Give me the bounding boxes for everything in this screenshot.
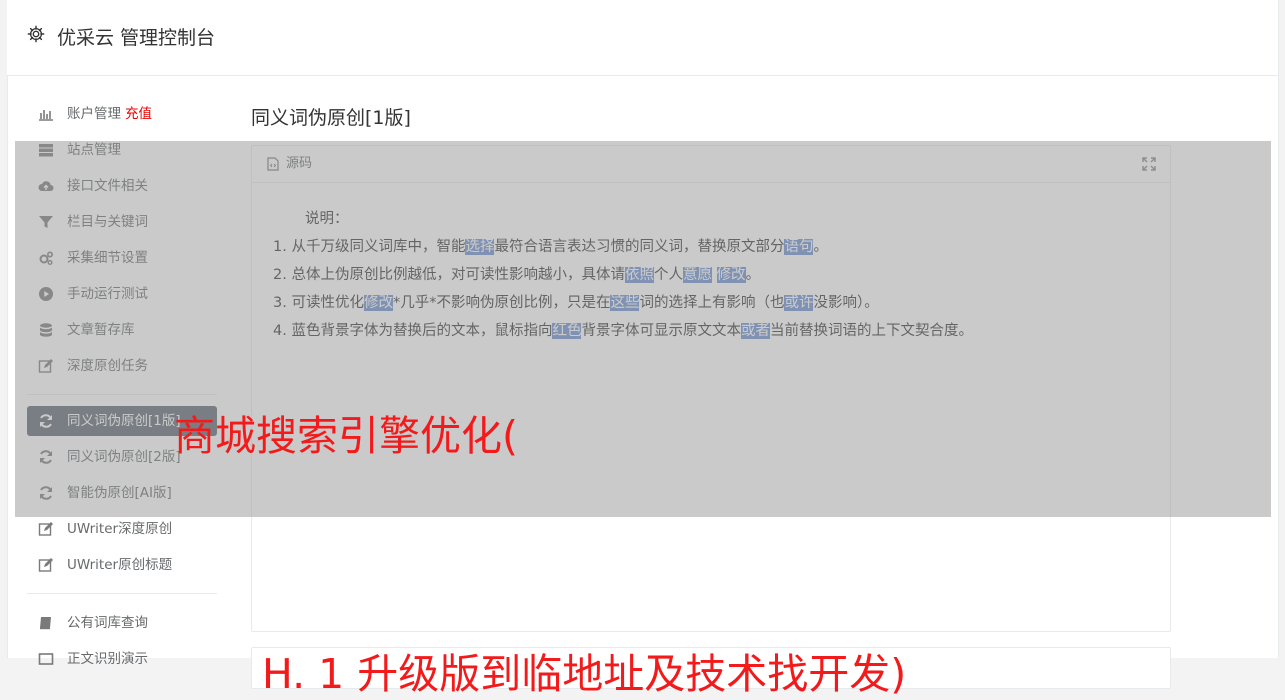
refresh-icon [40,414,52,428]
replaced-word[interactable]: 选择 [465,239,495,255]
nav-collect-settings[interactable]: 采集细节设置 [27,240,217,276]
nav-label: 账户管理 [67,106,121,122]
top-header: 优采云 管理控制台 [7,0,1277,76]
edit-icon [38,558,53,572]
gear-icon[interactable] [27,25,45,43]
edit-icon [38,359,53,373]
nav-deep-original-task[interactable]: 深度原创任务 [27,348,217,384]
nav-label: 公有词库查询 [67,615,148,631]
bar-chart-icon [39,110,53,121]
book-icon [40,617,51,630]
nav-label: 采集细节设置 [67,250,148,266]
panel-body[interactable]: 说明： 1. 从千万级同义词库中，智能选择最符合语言表达习惯的同义词，替换原文部… [252,183,1170,345]
nav-label: 同义词伪原创[2版] [67,449,181,465]
page-title: 同义词伪原创[1版] [251,107,411,129]
nav-ai-original[interactable]: 智能伪原创[AI版] [27,475,217,511]
main-content: 同义词伪原创[1版] 源码 说明： 1. 从千万级同义词库中，智能选择最符合语言… [251,98,1171,632]
nav-label: 正文识别演示 [67,651,148,667]
nav-label: 栏目与关键词 [67,214,148,230]
window-icon [38,653,54,665]
instruction-line: 4. 蓝色背景字体为替换后的文本，鼠标指向红色背景字体可显示原文文本或者当前替换… [273,323,973,339]
nav-label: UWriter深度原创 [67,521,173,537]
nav-interface-files[interactable]: 接口文件相关 [27,168,217,204]
nav-article-storage[interactable]: 文章暂存库 [27,312,217,348]
replaced-word[interactable]: 修改 [716,267,746,283]
caption: 说明： [305,211,349,227]
panel-header: 源码 [252,146,1170,183]
nav-label: 深度原创任务 [67,358,148,374]
recharge-link[interactable]: 充值 [125,106,152,122]
server-icon [39,144,53,157]
nav-label: 文章暂存库 [67,322,135,338]
nav-label: 接口文件相关 [67,178,148,194]
fullscreen-icon[interactable] [1142,157,1156,171]
database-icon [40,323,52,337]
nav-body-recognition[interactable]: 正文识别演示 [27,641,217,677]
cogs-icon [39,251,54,265]
nav-uwriter-deep[interactable]: UWriter深度原创 [27,511,217,547]
nav-label: UWriter原创标题 [67,557,173,573]
sidebar: 账户管理 充值 站点管理 接口文件相关 栏目与关键词 采集细节设置 手动运行测试 … [27,96,217,677]
nav-sites[interactable]: 站点管理 [27,132,217,168]
sidebar-divider [27,394,217,395]
source-panel: 源码 说明： 1. 从千万级同义词库中，智能选择最符合语言表达习惯的同义词，替换… [251,145,1171,632]
nav-account[interactable]: 账户管理 充值 [27,96,217,132]
nav-label: 同义词伪原创[1版] [67,413,181,429]
nav-label: 手动运行测试 [67,286,148,302]
nav-public-lexicon[interactable]: 公有词库查询 [27,605,217,641]
filter-icon [39,216,53,228]
nav-label: 站点管理 [67,142,121,158]
replaced-word[interactable]: 依照 [624,267,654,283]
replaced-word[interactable]: 意愿 [682,267,712,283]
replaced-word[interactable]: 红色 [552,323,582,339]
replaced-word[interactable]: 修改 [363,295,393,311]
instruction-line: 2. 总体上伪原创比例越低，对可读性影响越小，具体请依照个人意愿 修改。 [273,267,761,283]
sidebar-divider [27,593,217,594]
watermark-text: 商城搜索引擎优化( [174,412,518,460]
replaced-word[interactable]: 语句 [784,239,814,255]
replaced-word[interactable]: 这些 [610,295,640,311]
nav-manual-run[interactable]: 手动运行测试 [27,276,217,312]
code-file-icon [267,157,279,171]
watermark-text: H. 1 升级版到临地址及技术找开发) [262,650,907,698]
instruction-line: 1. 从千万级同义词库中，智能选择最符合语言表达习惯的同义词，替换原文部分语句。 [273,239,828,255]
replaced-word[interactable]: 或许 [784,295,814,311]
panel-title: 源码 [286,156,313,171]
nav-label: 智能伪原创[AI版] [67,485,172,501]
cloud-upload-icon [38,181,54,192]
instruction-line: 3. 可读性优化修改*几乎*不影响伪原创比例，只是在这些词的选择上有影响（也或许… [273,295,879,311]
edit-icon [38,522,53,536]
nav-uwriter-title[interactable]: UWriter原创标题 [27,547,217,583]
replaced-word[interactable]: 或者 [740,323,770,339]
refresh-icon [40,486,52,500]
app-title: 优采云 管理控制台 [57,27,216,49]
play-circle-icon [39,287,53,301]
nav-columns-keywords[interactable]: 栏目与关键词 [27,204,217,240]
refresh-icon [40,450,52,464]
